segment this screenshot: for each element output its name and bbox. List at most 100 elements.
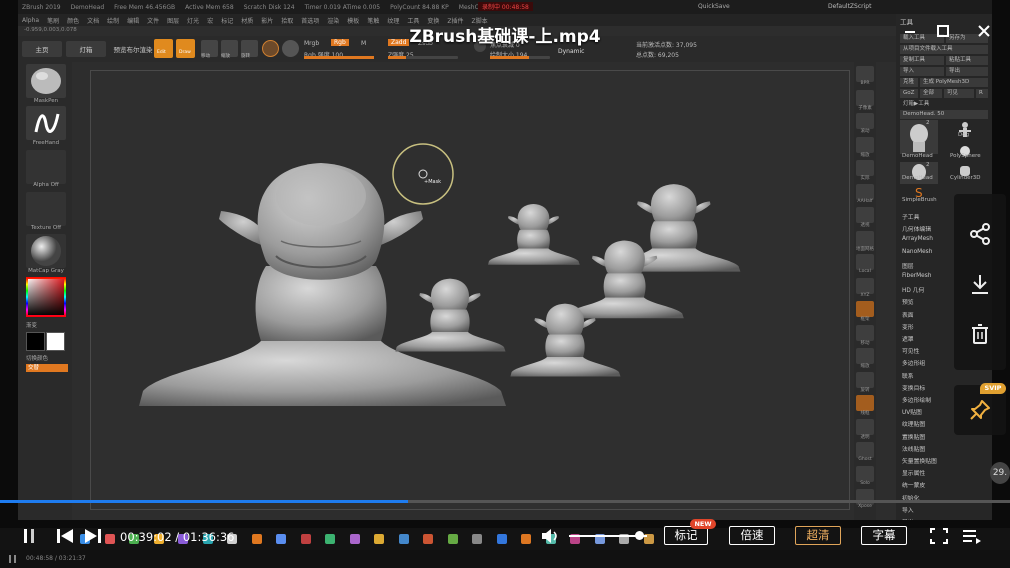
close-button[interactable] [973,20,995,42]
import-button[interactable]: 导入 [900,67,944,76]
playlist-button[interactable] [962,528,982,544]
subpalette-item[interactable]: 预览 [902,297,914,306]
menu-item[interactable]: 文档 [87,16,99,25]
subpalette-item[interactable]: NanoMesh [902,249,932,255]
tool-thumb-demohead[interactable] [900,120,938,154]
switch-color-label[interactable]: 切换颜色 [26,354,74,362]
brush-picker[interactable] [26,64,66,98]
subpalette-item[interactable]: 法线贴图 [902,444,925,453]
shelf-button[interactable] [856,442,874,458]
subpalette-item[interactable]: 联系 [902,371,914,380]
menu-item[interactable]: 文件 [147,16,159,25]
shelf-button[interactable] [856,348,874,364]
sphere-icon[interactable] [282,40,299,57]
subpalette-item[interactable]: 可见性 [902,346,919,355]
sidebar-toggle-button[interactable] [22,528,38,544]
next-button[interactable] [84,528,102,544]
subpalette-item[interactable]: 遮罩 [902,334,914,343]
minimize-button[interactable] [899,20,921,42]
shelf-button[interactable] [856,183,874,200]
lightbox-button[interactable]: 灯箱 [66,41,106,57]
menu-item[interactable]: 模板 [347,16,359,25]
edit-button[interactable]: Edit [154,39,173,58]
volume-button[interactable] [541,528,561,544]
goz-r-button[interactable]: R [976,89,988,98]
swap-button[interactable]: 交替 [26,364,68,372]
stroke-picker[interactable] [26,106,66,140]
shelf-button[interactable] [856,207,874,223]
shelf-button[interactable] [856,136,874,153]
menu-item[interactable]: 渲染 [327,16,339,25]
pin-button[interactable] [968,398,992,422]
menu-item[interactable]: Z脚本 [472,16,488,25]
pause-icon[interactable] [8,554,18,564]
menu-item[interactable]: 拾取 [281,16,293,25]
share-button[interactable] [968,222,992,246]
subpalette-item[interactable]: 矢量置换贴图 [902,456,937,465]
shelf-button[interactable] [856,113,874,129]
shelf-button[interactable] [856,254,874,270]
goz-button[interactable]: GoZ [900,89,918,98]
menu-item[interactable]: 笔刷 [47,16,59,25]
shelf-button[interactable] [856,301,874,317]
mrgb-label[interactable]: Mrgb [304,40,319,47]
material-sphere-icon[interactable] [262,40,279,57]
goz-all-button[interactable]: 全部 [920,89,942,98]
subpalette-item[interactable]: FiberMesh [902,273,931,279]
subtitle-button[interactable]: 字幕 [861,526,907,545]
zadd-toggle[interactable]: Zadd [388,39,410,46]
rgb-toggle[interactable]: Rgb [331,39,349,46]
subpalette-item[interactable]: UV贴图 [902,407,922,416]
menu-item[interactable]: 编辑 [127,16,139,25]
tool-thumb-simplebrush[interactable]: S [900,184,938,200]
menu-item[interactable]: 颜色 [67,16,79,25]
document-canvas[interactable]: +Mask [90,70,850,510]
subpalette-item[interactable]: 置换贴图 [902,432,925,441]
subpalette-item[interactable]: 统一蒙皮 [902,480,925,489]
copy-tool-button[interactable]: 复制工具 [900,56,944,65]
subpalette-item[interactable]: 纹理贴图 [902,419,925,428]
shelf-button[interactable] [856,371,874,388]
lightbox-tools-button[interactable]: 灯箱▶工具 [900,100,988,109]
subpalette-item[interactable]: 变形 [902,322,914,331]
subpalette-item[interactable]: 几何体编辑 [902,224,931,233]
menu-item[interactable]: 影片 [261,16,273,25]
dynamic-toggle[interactable]: Dynamic [558,48,584,55]
menu-item[interactable]: 标记 [221,16,233,25]
subpalette-item[interactable]: ArrayMesh [902,236,933,242]
subpalette-item[interactable]: HD 几何 [902,285,924,294]
menu-item[interactable]: 纹理 [387,16,399,25]
export-button[interactable]: 导出 [946,67,988,76]
menu-item[interactable]: 材质 [241,16,253,25]
shelf-button[interactable] [856,89,874,106]
menu-item[interactable]: 变换 [427,16,439,25]
material-picker[interactable] [26,234,66,268]
home-button[interactable]: 主页 [22,41,62,57]
default-zscript[interactable]: DefaultZScript [828,3,871,10]
shelf-button[interactable] [856,418,874,435]
shelf-button[interactable] [856,395,874,411]
shelf-button[interactable] [856,277,874,294]
fullscreen-button[interactable] [930,528,948,544]
shelf-button[interactable] [856,324,874,341]
tool-thumb-cylinder[interactable] [946,162,984,176]
draw-size-slider[interactable] [490,56,550,59]
z-intensity-slider[interactable] [388,56,458,59]
quicksave-button[interactable]: QuickSave [698,3,730,10]
volume-knob[interactable] [635,531,645,540]
shelf-button[interactable] [856,230,874,247]
subpalette-item[interactable]: 显示属性 [902,468,925,477]
delete-button[interactable] [968,322,992,346]
alpha-picker[interactable] [26,150,66,184]
menu-item[interactable]: 笔触 [367,16,379,25]
current-tool-slider[interactable]: DemoHead. 50 [900,110,988,119]
load-from-project-button[interactable]: 从项目文件载入工具 [900,45,988,54]
shelf-button[interactable] [856,160,874,176]
menu-item[interactable]: 绘制 [107,16,119,25]
subpalette-item[interactable]: 子工具 [902,212,919,221]
speed-button[interactable]: 倍速 [729,526,775,545]
subpalette-item[interactable]: 多边形绘制 [902,395,931,404]
make-polymesh-button[interactable]: 生成 PolyMesh3D [920,78,988,87]
menu-item[interactable]: 宏 [207,16,213,25]
subpalette-item[interactable]: 多边形组 [902,358,925,367]
